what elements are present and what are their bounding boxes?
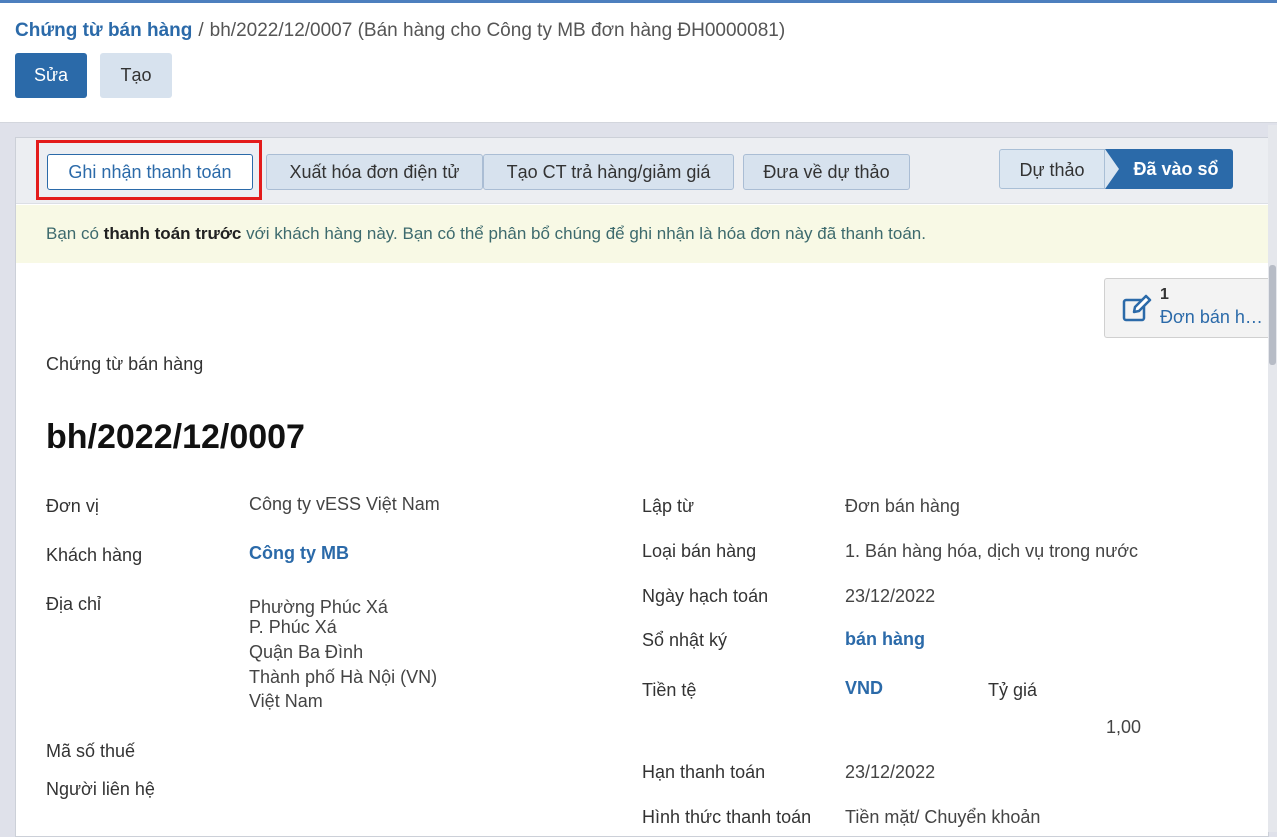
- sale-type-value: 1. Bán hàng hóa, dịch vụ trong nước: [845, 541, 1139, 561]
- stage-posted[interactable]: Đã vào sổ: [1105, 149, 1233, 189]
- address-line: Quận Ba Đình: [249, 642, 364, 662]
- vertical-scrollbar[interactable]: [1268, 125, 1277, 832]
- due-date-label: Hạn thanh toán: [642, 762, 766, 782]
- accounting-date-value: 23/12/2022: [845, 586, 936, 606]
- address-line: Thành phố Hà Nội (VN): [249, 667, 438, 687]
- exchange-rate-value: 1,00: [1106, 717, 1142, 737]
- edit-icon: [1121, 293, 1153, 325]
- smart-button-count: 1: [1160, 286, 1169, 303]
- contact-label: Người liên hệ: [46, 779, 155, 799]
- edit-button[interactable]: Sửa: [15, 53, 87, 98]
- document-number: bh/2022/12/0007: [46, 418, 305, 456]
- status-bar: Ghi nhận thanh toán Xuất hóa đơn điện tử…: [16, 138, 1268, 204]
- customer-link[interactable]: Công ty MB: [249, 543, 349, 564]
- address-block: Phường Phúc Xá P. Phúc Xá Quận Ba Đình T…: [249, 595, 437, 713]
- currency-label: Tiền tệ: [642, 680, 697, 700]
- accounting-date-label: Ngày hạch toán: [642, 586, 769, 606]
- reset-to-draft-button[interactable]: Đưa về dự thảo: [743, 154, 910, 190]
- address-label: Địa chỉ: [46, 594, 102, 614]
- currency-link[interactable]: VND: [845, 678, 883, 699]
- form-sheet: Ghi nhận thanh toán Xuất hóa đơn điện tử…: [15, 137, 1269, 837]
- breadcrumb-separator: /: [198, 20, 204, 41]
- source-label: Lập từ: [642, 496, 695, 516]
- prepayment-alert: Bạn có thanh toán trước với khách hàng n…: [16, 205, 1268, 263]
- control-panel: Chứng từ bán hàng / bh/2022/12/0007 (Bán h…: [0, 3, 1277, 123]
- payment-method-label: Hình thức thanh toán: [642, 807, 812, 827]
- document-type-label: Chứng từ bán hàng: [46, 354, 204, 374]
- alert-text-suffix: với khách hàng này. Bạn có thể phân bổ c…: [241, 224, 926, 243]
- create-return-button[interactable]: Tạo CT trả hàng/giảm giá: [483, 154, 734, 190]
- scrollbar-thumb[interactable]: [1269, 265, 1276, 365]
- alert-text-prefix: Bạn có: [46, 224, 104, 243]
- create-button[interactable]: Tạo: [100, 53, 172, 98]
- sales-order-smart-button[interactable]: 1 Đơn bán hàng: [1104, 278, 1268, 338]
- address-line: Việt Nam: [249, 691, 323, 711]
- unit-value: Công ty vESS Việt Nam: [249, 494, 440, 514]
- tax-code-label: Mã số thuế: [46, 741, 136, 761]
- export-einvoice-button[interactable]: Xuất hóa đơn điện tử: [266, 154, 483, 190]
- unit-label: Đơn vị: [46, 496, 99, 516]
- source-value: Đơn bán hàng: [845, 496, 960, 516]
- alert-text-bold: thanh toán trước: [103, 224, 242, 243]
- due-date-value: 23/12/2022: [845, 762, 936, 782]
- payment-method-value: Tiền mặt/ Chuyển khoản: [845, 807, 1041, 827]
- journal-link[interactable]: bán hàng: [845, 629, 925, 650]
- journal-label: Sổ nhật ký: [642, 630, 728, 650]
- sale-type-label: Loại bán hàng: [642, 541, 757, 561]
- exchange-rate-label: Tỷ giá: [988, 680, 1038, 700]
- breadcrumb-parent-link[interactable]: Chứng từ bán hàng: [15, 20, 192, 41]
- stage-draft[interactable]: Dự thảo: [999, 149, 1105, 189]
- smart-button-label: Đơn bán hàng: [1160, 307, 1263, 327]
- register-payment-button[interactable]: Ghi nhận thanh toán: [47, 154, 253, 190]
- breadcrumb: Chứng từ bán hàng / bh/2022/12/0007 (Bán h…: [15, 20, 785, 42]
- breadcrumb-current: bh/2022/12/0007 (Bán hàng cho Công ty MB…: [209, 20, 786, 41]
- customer-label: Khách hàng: [46, 545, 143, 565]
